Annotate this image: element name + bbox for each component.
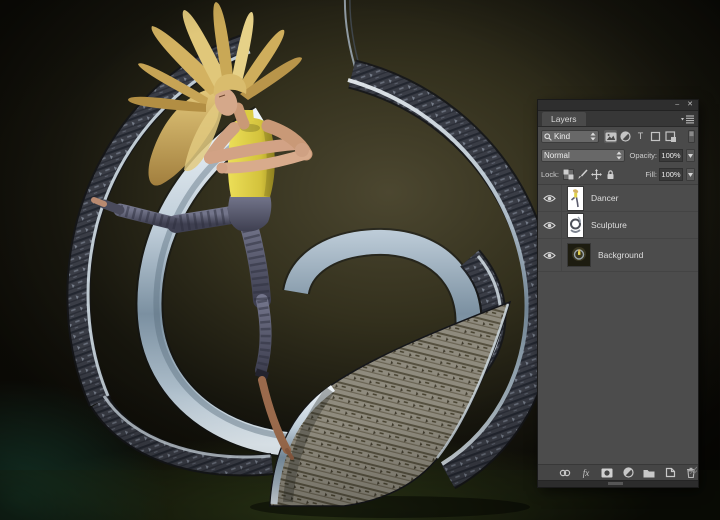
lock-icons — [563, 169, 616, 180]
layer-visibility-toggle[interactable] — [538, 185, 562, 211]
new-adjustment-layer-button[interactable] — [622, 467, 634, 479]
panel-tab-bar: Layers — [538, 111, 698, 127]
panel-bottom-strip — [538, 480, 698, 487]
panel-window-strip: – ✕ — [538, 100, 698, 111]
layer-thumbnail[interactable] — [568, 214, 583, 237]
image-icon — [605, 132, 617, 142]
link-layers-button[interactable] — [559, 467, 571, 479]
fill-value[interactable]: 100% — [659, 168, 683, 181]
layer-name: Sculpture — [591, 220, 627, 230]
layer-style-button[interactable]: fx — [580, 467, 592, 479]
dropdown-arrow-icon — [688, 154, 693, 158]
filter-adjustment-layers-button[interactable] — [619, 130, 632, 143]
opacity-label: Opacity: — [629, 151, 657, 160]
eye-icon — [543, 194, 556, 203]
layers-list: Dancer Sculpture — [538, 185, 698, 464]
resize-grip-icon — [689, 466, 697, 474]
new-layer-icon — [665, 467, 676, 478]
dropdown-arrow-icon — [688, 173, 693, 177]
panel-menu-icon — [681, 115, 695, 124]
filter-type-layers-button[interactable]: T — [634, 130, 647, 143]
adjustment-circle-icon — [623, 467, 634, 478]
opacity-value[interactable]: 100% — [659, 149, 683, 162]
filter-icons: T — [604, 130, 677, 143]
layer-name: Dancer — [591, 193, 618, 203]
filter-pixel-layers-button[interactable] — [604, 130, 617, 143]
new-layer-button[interactable] — [664, 467, 676, 479]
link-icon — [559, 469, 571, 477]
scrollbar-handle[interactable] — [608, 482, 623, 485]
fx-icon: fx — [583, 467, 590, 479]
layer-name: Background — [598, 250, 643, 260]
close-button[interactable]: ✕ — [687, 100, 693, 110]
add-layer-mask-button[interactable] — [601, 467, 613, 479]
filter-row: Kind T — [538, 127, 698, 146]
opacity-dropdown-button[interactable] — [686, 149, 695, 162]
filter-smart-object-button[interactable] — [664, 130, 677, 143]
folder-icon — [643, 468, 655, 478]
layer-visibility-toggle[interactable] — [538, 239, 562, 271]
layer-mask-icon — [601, 468, 613, 478]
new-group-button[interactable] — [643, 467, 655, 479]
eye-icon — [543, 251, 556, 260]
search-icon — [544, 133, 552, 141]
shape-icon — [650, 131, 661, 142]
lock-pixels-brush-icon[interactable] — [577, 169, 588, 180]
smart-object-icon — [665, 131, 677, 143]
tab-layers[interactable]: Layers — [542, 112, 586, 126]
layer-thumbnail[interactable] — [568, 187, 583, 210]
filter-shape-layers-button[interactable] — [649, 130, 662, 143]
kind-filter-select[interactable]: Kind — [541, 130, 599, 143]
type-icon: T — [638, 132, 644, 141]
layer-visibility-toggle[interactable] — [538, 212, 562, 238]
panel-resize-grip[interactable] — [689, 461, 697, 479]
lock-row: Lock: Fill: 100% — [538, 165, 698, 185]
fill-dropdown-button[interactable] — [686, 168, 695, 181]
layer-row-sculpture[interactable]: Sculpture — [538, 212, 698, 239]
layers-panel: – ✕ Layers Kind — [538, 100, 698, 487]
eye-icon — [543, 221, 556, 230]
updown-arrows-icon — [616, 151, 622, 160]
minimize-button[interactable]: – — [675, 100, 679, 110]
blend-mode-select[interactable]: Normal — [541, 149, 625, 162]
lock-label: Lock: — [541, 170, 559, 179]
updown-arrows-icon — [590, 132, 596, 141]
layer-row-background[interactable]: Background — [538, 239, 698, 272]
panel-menu-button[interactable] — [681, 115, 695, 124]
panel-toolbar: fx — [538, 464, 698, 480]
kind-filter-label: Kind — [554, 132, 570, 141]
filter-toggle-switch[interactable] — [688, 130, 695, 143]
adjustment-circle-icon — [620, 131, 631, 142]
layer-thumbnail[interactable] — [568, 244, 590, 266]
layer-row-dancer[interactable]: Dancer — [538, 185, 698, 212]
lock-all-padlock-icon[interactable] — [605, 169, 616, 180]
lock-transparency-icon[interactable] — [563, 169, 574, 180]
fill-label: Fill: — [645, 170, 657, 179]
lock-position-icon[interactable] — [591, 169, 602, 180]
blend-mode-value: Normal — [544, 151, 570, 160]
blend-row: Normal Opacity: 100% — [538, 146, 698, 165]
